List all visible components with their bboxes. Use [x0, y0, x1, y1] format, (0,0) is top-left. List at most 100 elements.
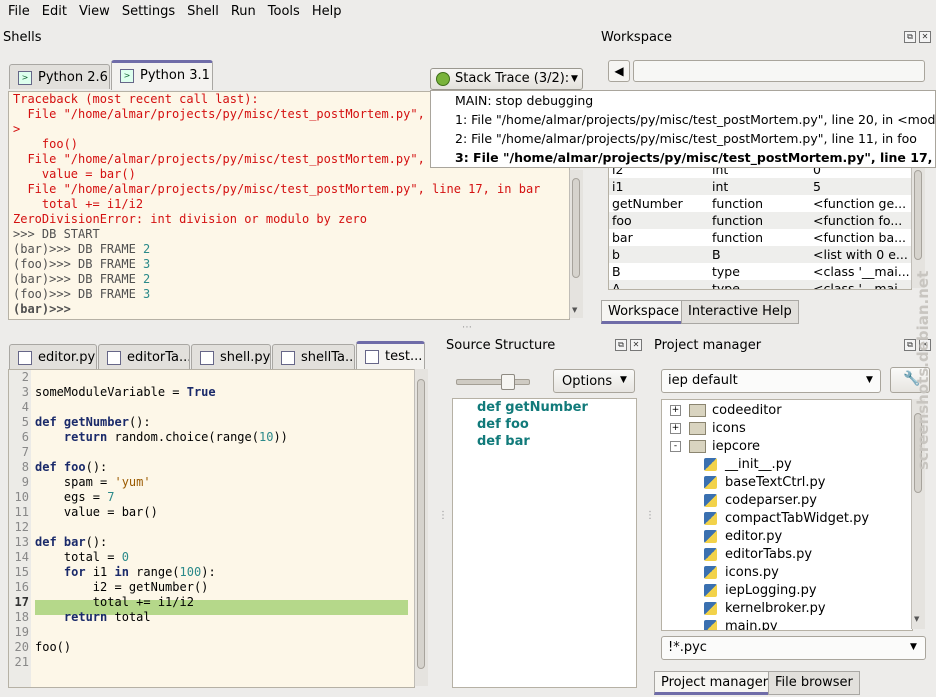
stack-menu-item-main[interactable]: MAIN: stop debugging [431, 91, 935, 110]
shell-line: (bar)>>> DB FRAME 2 [9, 272, 569, 287]
namespace-input[interactable] [633, 60, 925, 82]
menu-settings[interactable]: Settings [114, 0, 179, 19]
scrollbar-thumb[interactable] [572, 178, 580, 278]
stack-menu-item-1[interactable]: 1: File "/home/almar/projects/py/misc/te… [431, 110, 935, 129]
tree-item-file[interactable]: editor.py [662, 528, 912, 546]
tree-item-folder[interactable]: + icons [662, 420, 912, 438]
menu-shell[interactable]: Shell [179, 0, 223, 19]
tab-test-py[interactable]: test... [356, 341, 425, 369]
table-row[interactable]: b B <list with 0 e... [609, 246, 911, 263]
code-line: 16 i2 = getNumber() [14, 580, 209, 594]
chevron-down-icon: ▼ [620, 375, 627, 385]
menu-tools[interactable]: Tools [260, 0, 304, 19]
float-icon[interactable]: ⧉ [615, 339, 627, 351]
code-line: 20 foo() [14, 640, 72, 654]
tab-python-26[interactable]: > Python 2.6 [9, 64, 110, 89]
table-row[interactable]: Btype <class '__mai... [609, 263, 911, 280]
code-line: 6 return random.choice(range(10)) [21, 430, 288, 444]
menu-file[interactable]: File [0, 0, 34, 19]
back-arrow-icon[interactable]: ◀ [608, 60, 630, 82]
tree-item-file[interactable]: main.py [662, 618, 912, 630]
tree-item-label: codeeditor [712, 403, 782, 418]
menu-view[interactable]: View [71, 0, 114, 19]
tree-item-file[interactable]: kernelbroker.py [662, 600, 912, 618]
tree-item-file[interactable]: compactTabWidget.py [662, 510, 912, 528]
splitter-handle[interactable]: ⋮ [438, 510, 448, 521]
var-repr: 5 [813, 179, 821, 194]
scroll-down-icon[interactable]: ▼ [572, 306, 577, 314]
python-file-icon [704, 584, 717, 597]
options-button[interactable]: Options ▼ [553, 369, 635, 393]
code-line: 17 total += i1/i2 [14, 595, 194, 609]
file-icon [18, 350, 32, 365]
var-repr: <list with 0 e... [813, 247, 908, 262]
python-file-icon [704, 512, 717, 525]
code-line: 5 def getNumber(): [21, 415, 151, 429]
table-row[interactable]: Atype <class '__mai... [609, 280, 911, 289]
shell-line: value = bar() [13, 167, 136, 181]
tab-project-manager[interactable]: Project manager [654, 671, 776, 695]
table-row[interactable]: foo function <function fo... [609, 212, 911, 229]
tree-item-file[interactable]: codeparser.py [662, 492, 912, 510]
float-icon[interactable]: ⧉ [904, 31, 916, 43]
tab-shell-py[interactable]: shell.py [191, 344, 271, 369]
folder-icon [689, 440, 706, 453]
stack-trace-button[interactable]: Stack Trace (3/2): ▼ [430, 68, 583, 90]
table-row[interactable]: i1 int 5 [609, 178, 911, 195]
slider-handle[interactable] [501, 374, 515, 390]
table-row[interactable]: bar function <function ba... [609, 229, 911, 246]
tree-item-file[interactable]: editorTabs.py [662, 546, 912, 564]
code-line: 2 [21, 370, 29, 384]
tree-item-file[interactable]: icons.py [662, 564, 912, 582]
scroll-down-icon[interactable]: ▼ [914, 615, 919, 623]
tree-item-folder[interactable]: + codeeditor [662, 402, 912, 420]
tab-python-31[interactable]: > Python 3.1 [111, 60, 213, 90]
tab-editortabs-py[interactable]: editorTa... [98, 344, 190, 369]
workspace-table[interactable]: i2 int 0 i1 int 5 getNumber function <function… [608, 160, 912, 290]
menu-bar: File Edit View Settings Shell Run Tools Help [0, 0, 936, 24]
structure-item[interactable]: def foo [453, 416, 636, 433]
code-editor[interactable]: 2 3 someModuleVariable = True 4 5 def getN… [8, 369, 415, 688]
structure-item[interactable]: def bar [453, 433, 636, 450]
python-file-icon [704, 494, 717, 507]
var-type: int [712, 179, 729, 194]
menu-edit[interactable]: Edit [34, 0, 71, 19]
table-row[interactable]: getNumber function <function ge... [609, 195, 911, 212]
editor-scrollbar[interactable] [414, 369, 428, 686]
var-name: bar [612, 230, 633, 245]
collapse-icon[interactable]: - [670, 441, 681, 452]
folder-icon [689, 404, 706, 417]
tree-item-file[interactable]: iepLogging.py [662, 582, 912, 600]
stack-menu-item-3[interactable]: 3: File "/home/almar/projects/py/misc/te… [431, 148, 935, 167]
tab-interactive-help[interactable]: Interactive Help [681, 300, 799, 324]
splitter-handle[interactable]: ⋯ [462, 322, 472, 333]
project-tree[interactable]: + codeeditor + icons - iepcore __init__.py … [661, 399, 913, 631]
tab-label: test... [385, 349, 423, 364]
expand-icon[interactable]: + [670, 405, 681, 416]
expand-icon[interactable]: + [670, 423, 681, 434]
menu-run[interactable]: Run [223, 0, 260, 19]
tree-item-label: baseTextCtrl.py [725, 475, 826, 490]
close-icon[interactable]: ✕ [919, 31, 931, 43]
tab-editor-py[interactable]: editor.py [9, 344, 97, 369]
splitter-handle[interactable]: ⋮ [645, 510, 655, 521]
level-slider[interactable] [456, 374, 530, 390]
project-select[interactable]: iep default ▼ [661, 369, 881, 393]
scrollbar-thumb[interactable] [417, 379, 425, 669]
shell-scrollbar[interactable]: ▼ [569, 170, 583, 318]
var-type: function [712, 213, 764, 228]
tab-shelltabs-py[interactable]: shellTa... [272, 344, 355, 369]
tree-item-file[interactable]: __init__.py [662, 456, 912, 474]
shell-line: (bar)>>> DB FRAME 2 [9, 242, 569, 257]
tree-item-file[interactable]: baseTextCtrl.py [662, 474, 912, 492]
tree-item-folder[interactable]: - iepcore [662, 438, 912, 456]
tab-workspace[interactable]: Workspace [601, 300, 687, 324]
structure-item[interactable]: def getNumber [453, 399, 636, 416]
stack-menu-item-2[interactable]: 2: File "/home/almar/projects/py/misc/te… [431, 129, 935, 148]
source-structure-list[interactable]: def getNumber def foo def bar [452, 398, 637, 688]
close-icon[interactable]: ✕ [630, 339, 642, 351]
options-label: Options [562, 374, 613, 389]
tab-file-browser[interactable]: File browser [768, 671, 860, 695]
menu-help[interactable]: Help [304, 0, 346, 19]
file-filter-input[interactable]: !*.pyc ▼ [661, 636, 926, 660]
